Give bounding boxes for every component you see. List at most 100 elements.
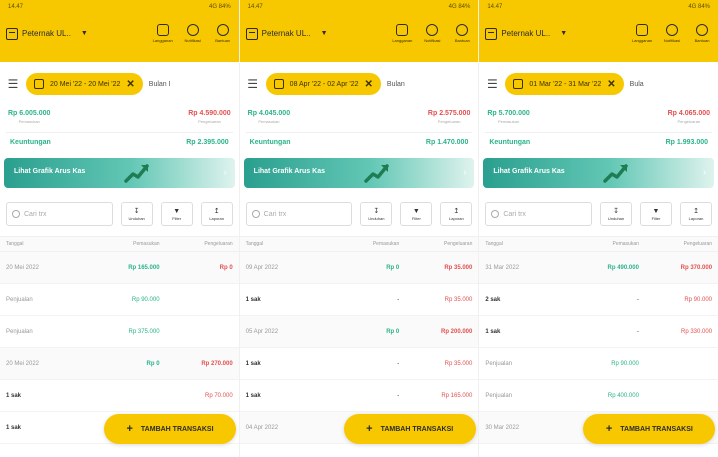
upload-icon: ↥ xyxy=(693,207,699,215)
row-label: 20 Mei 2022 xyxy=(6,264,40,271)
bell-icon xyxy=(426,24,439,36)
filter-bar: ☰ 08 Apr '22 - 02 Apr '22 ✕ Bulan xyxy=(239,62,479,106)
table-row[interactable]: 05 Apr 2022 Rp 0 Rp 200.000 xyxy=(239,316,479,348)
tab-month[interactable]: Bula xyxy=(630,81,644,88)
row-expense: Rp 200.000 xyxy=(441,328,473,335)
table-row[interactable]: 20 Mei 2022 Rp 0 Rp 270.000 xyxy=(0,348,239,380)
profit-row: Keuntungan Rp 2.395.000 xyxy=(0,139,239,146)
close-icon[interactable]: ✕ xyxy=(365,79,373,90)
search-input[interactable]: Cari trx xyxy=(6,202,113,226)
table-row[interactable]: 20 Mei 2022 Rp 165.000 Rp 0 xyxy=(0,252,239,284)
toolbar-tool[interactable]: Bantuan xyxy=(690,24,714,43)
table-row[interactable]: 31 Mar 2022 Rp 490.000 Rp 370.000 xyxy=(479,252,718,284)
toolbar-tool[interactable]: Bantuan xyxy=(211,24,235,43)
row-income: Rp 375.000 xyxy=(128,328,160,335)
profit-label: Keuntungan xyxy=(249,139,291,146)
row-label: Penjualan xyxy=(485,360,513,367)
report-label: Laporan xyxy=(688,215,704,221)
table-row[interactable]: 1 sak - Rp 35.000 xyxy=(239,284,479,316)
plus-icon: + xyxy=(126,423,133,435)
toolbar-tool[interactable]: Langganan xyxy=(390,24,414,43)
row-label: 1 sak xyxy=(245,296,261,303)
add-transaction-button[interactable]: + TAMBAH TRANSAKSI xyxy=(583,414,716,444)
filter-button[interactable]: ▼ Filter xyxy=(400,202,433,226)
tab-month[interactable]: Bulan xyxy=(387,81,405,88)
add-transaction-button[interactable]: + TAMBAH TRANSAKSI xyxy=(104,414,236,444)
profit-label: Keuntungan xyxy=(10,139,51,146)
table-row[interactable]: 1 sak - Rp 35.000 xyxy=(239,348,479,380)
download-button[interactable]: ↧ Unduhan xyxy=(360,202,393,226)
table-row[interactable]: 2 sak - Rp 90.000 xyxy=(479,284,718,316)
search-input[interactable]: Cari trx xyxy=(245,202,353,226)
search-placeholder: Cari trx xyxy=(263,210,287,218)
filter-bar: ☰ 20 Mei '22 - 20 Mei '22 ✕ Bulan I xyxy=(0,62,239,106)
table-header: Tanggal Pemasukan Pengeluaran xyxy=(239,236,479,252)
expense-total: Rp 2.575.000 Pengeluaran xyxy=(428,110,470,124)
table-row[interactable]: Penjualan Rp 90.000 xyxy=(0,284,239,316)
table-row[interactable]: 09 Apr 2022 Rp 0 Rp 35.000 xyxy=(239,252,479,284)
banner-text: Lihat Grafik Arus Kas xyxy=(253,168,325,175)
table-row[interactable]: 1 sak - Rp 330.000 xyxy=(479,316,718,348)
help-icon xyxy=(696,24,709,36)
download-button[interactable]: ↧ Unduhan xyxy=(600,202,633,226)
row-expense: Rp 90.000 xyxy=(684,296,713,303)
row-expense: Rp 70.000 xyxy=(204,392,233,399)
cashflow-chart-banner[interactable]: Lihat Grafik Arus Kas › xyxy=(483,158,715,188)
toolbar-tool[interactable]: Bantuan xyxy=(450,24,474,43)
table-row[interactable]: Penjualan Rp 400.000 xyxy=(479,380,718,412)
expense-label: Pengeluaran xyxy=(198,119,221,124)
row-label: 1 sak xyxy=(6,392,22,399)
expense-total: Rp 4.590.000 Pengeluaran xyxy=(188,110,230,124)
toolbar-tool[interactable]: Langganan xyxy=(151,24,175,43)
app-header: 14.47 4G 84% Peternak UL.. ▼ Langganan N… xyxy=(239,0,479,62)
menu-icon[interactable]: ☰ xyxy=(246,77,260,91)
row-income: Rp 90.000 xyxy=(131,296,160,303)
help-icon xyxy=(456,24,469,36)
col-date: Tanggal xyxy=(6,241,24,247)
filter-button[interactable]: ▼ Filter xyxy=(160,202,193,226)
search-icon xyxy=(12,210,20,218)
table-row[interactable]: Penjualan Rp 90.000 xyxy=(479,348,718,380)
report-button[interactable]: ↥ Laporan xyxy=(680,202,713,226)
app-header: 14.47 4G 84% Peternak UL.. ▼ Langganan N… xyxy=(0,0,239,62)
date-range-chip[interactable]: 08 Apr '22 - 02 Apr '22 ✕ xyxy=(265,73,381,95)
cashflow-chart-banner[interactable]: Lihat Grafik Arus Kas › xyxy=(243,158,475,188)
farm-selector[interactable]: Peternak UL.. ▼ xyxy=(245,27,328,40)
menu-icon[interactable]: ☰ xyxy=(485,77,499,91)
add-transaction-button[interactable]: + TAMBAH TRANSAKSI xyxy=(343,414,476,444)
toolbar-tool[interactable]: Notifikasi xyxy=(660,24,684,43)
menu-icon[interactable]: ☰ xyxy=(6,77,20,91)
summary-totals: Rp 4.045.000 Pemasukan Rp 2.575.000 Peng… xyxy=(240,106,479,124)
toolbar-tool[interactable]: Langganan xyxy=(630,24,654,43)
download-button[interactable]: ↧ Unduhan xyxy=(120,202,153,226)
close-icon[interactable]: ✕ xyxy=(126,79,134,90)
close-icon[interactable]: ✕ xyxy=(607,79,615,90)
row-income: Rp 0 xyxy=(386,328,400,335)
add-transaction-label: TAMBAH TRANSAKSI xyxy=(620,425,693,433)
toolbar-tool[interactable]: Notifikasi xyxy=(420,24,444,43)
farm-selector[interactable]: Peternak UL.. ▼ xyxy=(6,27,88,40)
date-range-chip[interactable]: 01 Mar '22 - 31 Mar '22 ✕ xyxy=(505,73,624,95)
table-row[interactable]: Penjualan Rp 375.000 xyxy=(0,316,239,348)
farm-selector[interactable]: Peternak UL.. ▼ xyxy=(485,27,567,40)
cashflow-chart-banner[interactable]: Lihat Grafik Arus Kas › xyxy=(4,158,235,188)
divider xyxy=(485,132,713,133)
date-range-chip[interactable]: 20 Mei '22 - 20 Mei '22 ✕ xyxy=(26,73,143,95)
toolbar-tool[interactable]: Notifikasi xyxy=(181,24,205,43)
row-expense: Rp 35.000 xyxy=(444,360,473,367)
tab-month[interactable]: Bulan I xyxy=(149,81,171,88)
chevron-down-icon: ▼ xyxy=(320,30,328,37)
summary-totals: Rp 5.700.000 Pemasukan Rp 4.065.000 Peng… xyxy=(479,106,718,124)
tool-label: Notifikasi xyxy=(424,38,441,43)
search-input[interactable]: Cari trx xyxy=(485,202,593,226)
table-row[interactable]: 1 sak Rp 70.000 xyxy=(0,380,239,412)
report-button[interactable]: ↥ Laporan xyxy=(440,202,473,226)
income-total: Rp 4.045.000 Pemasukan xyxy=(248,110,290,124)
phone-screen: 14.47 4G 84% Peternak UL.. ▼ Langganan N… xyxy=(479,0,718,457)
filter-button[interactable]: ▼ Filter xyxy=(640,202,673,226)
tool-label: Bantuan xyxy=(215,38,231,43)
report-button[interactable]: ↥ Laporan xyxy=(200,202,233,226)
row-expense: Rp 370.000 xyxy=(680,264,713,271)
profit-value: Rp 1.470.000 xyxy=(425,139,469,146)
table-row[interactable]: 1 sak - Rp 165.000 xyxy=(239,380,479,412)
